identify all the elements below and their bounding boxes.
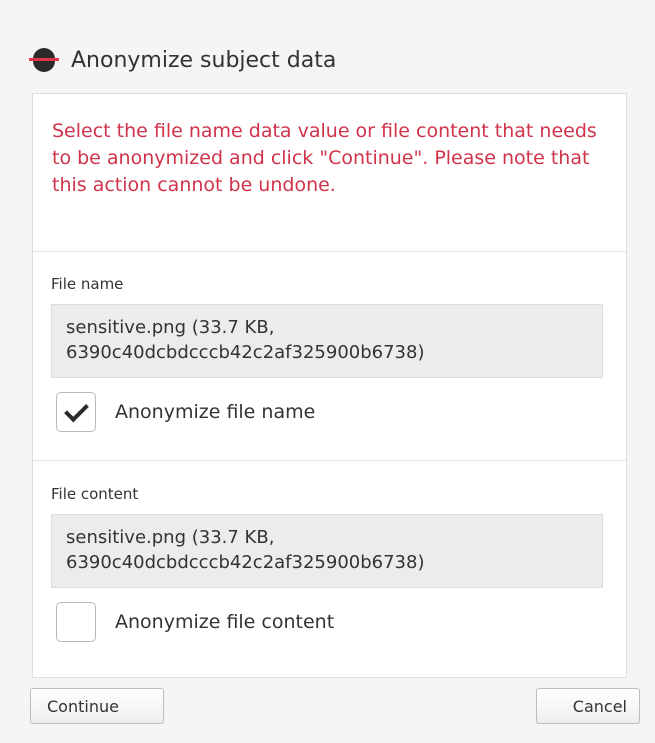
- file-name-value: sensitive.png (33.7 KB, 6390c40dcbdcccb4…: [51, 304, 603, 378]
- anonymize-file-content-row[interactable]: Anonymize file content: [56, 602, 334, 642]
- cancel-button[interactable]: Cancel: [536, 688, 640, 724]
- continue-button[interactable]: Continue: [30, 688, 164, 724]
- file-name-label: File name: [51, 275, 124, 293]
- file-content-label: File content: [51, 485, 139, 503]
- checkmark-icon: [64, 397, 89, 423]
- file-name-value-line2: 6390c40dcbdcccb42c2af325900b6738): [66, 342, 425, 363]
- anonymize-file-name-row[interactable]: Anonymize file name: [56, 392, 315, 432]
- file-name-value-line1: sensitive.png (33.7 KB,: [66, 317, 275, 338]
- file-content-value-line2: 6390c40dcbdcccb42c2af325900b6738): [66, 552, 425, 573]
- anonymize-file-content-checkbox[interactable]: [56, 602, 96, 642]
- anonymize-icon: [29, 45, 59, 75]
- anonymize-file-content-label[interactable]: Anonymize file content: [115, 611, 334, 633]
- anonymize-file-name-checkbox[interactable]: [56, 392, 96, 432]
- anonymize-panel: Select the file name data value or file …: [32, 93, 627, 678]
- dialog-title: Anonymize subject data: [71, 47, 337, 73]
- file-content-value-line1: sensitive.png (33.7 KB,: [66, 527, 275, 548]
- divider: [33, 460, 626, 461]
- warning-message: Select the file name data value or file …: [52, 120, 597, 196]
- anonymize-dialog: Anonymize subject data Select the file n…: [13, 12, 640, 732]
- dialog-header: Anonymize subject data: [29, 40, 336, 80]
- anonymize-file-name-label[interactable]: Anonymize file name: [115, 401, 315, 423]
- divider: [33, 251, 626, 252]
- file-content-value: sensitive.png (33.7 KB, 6390c40dcbdcccb4…: [51, 514, 603, 588]
